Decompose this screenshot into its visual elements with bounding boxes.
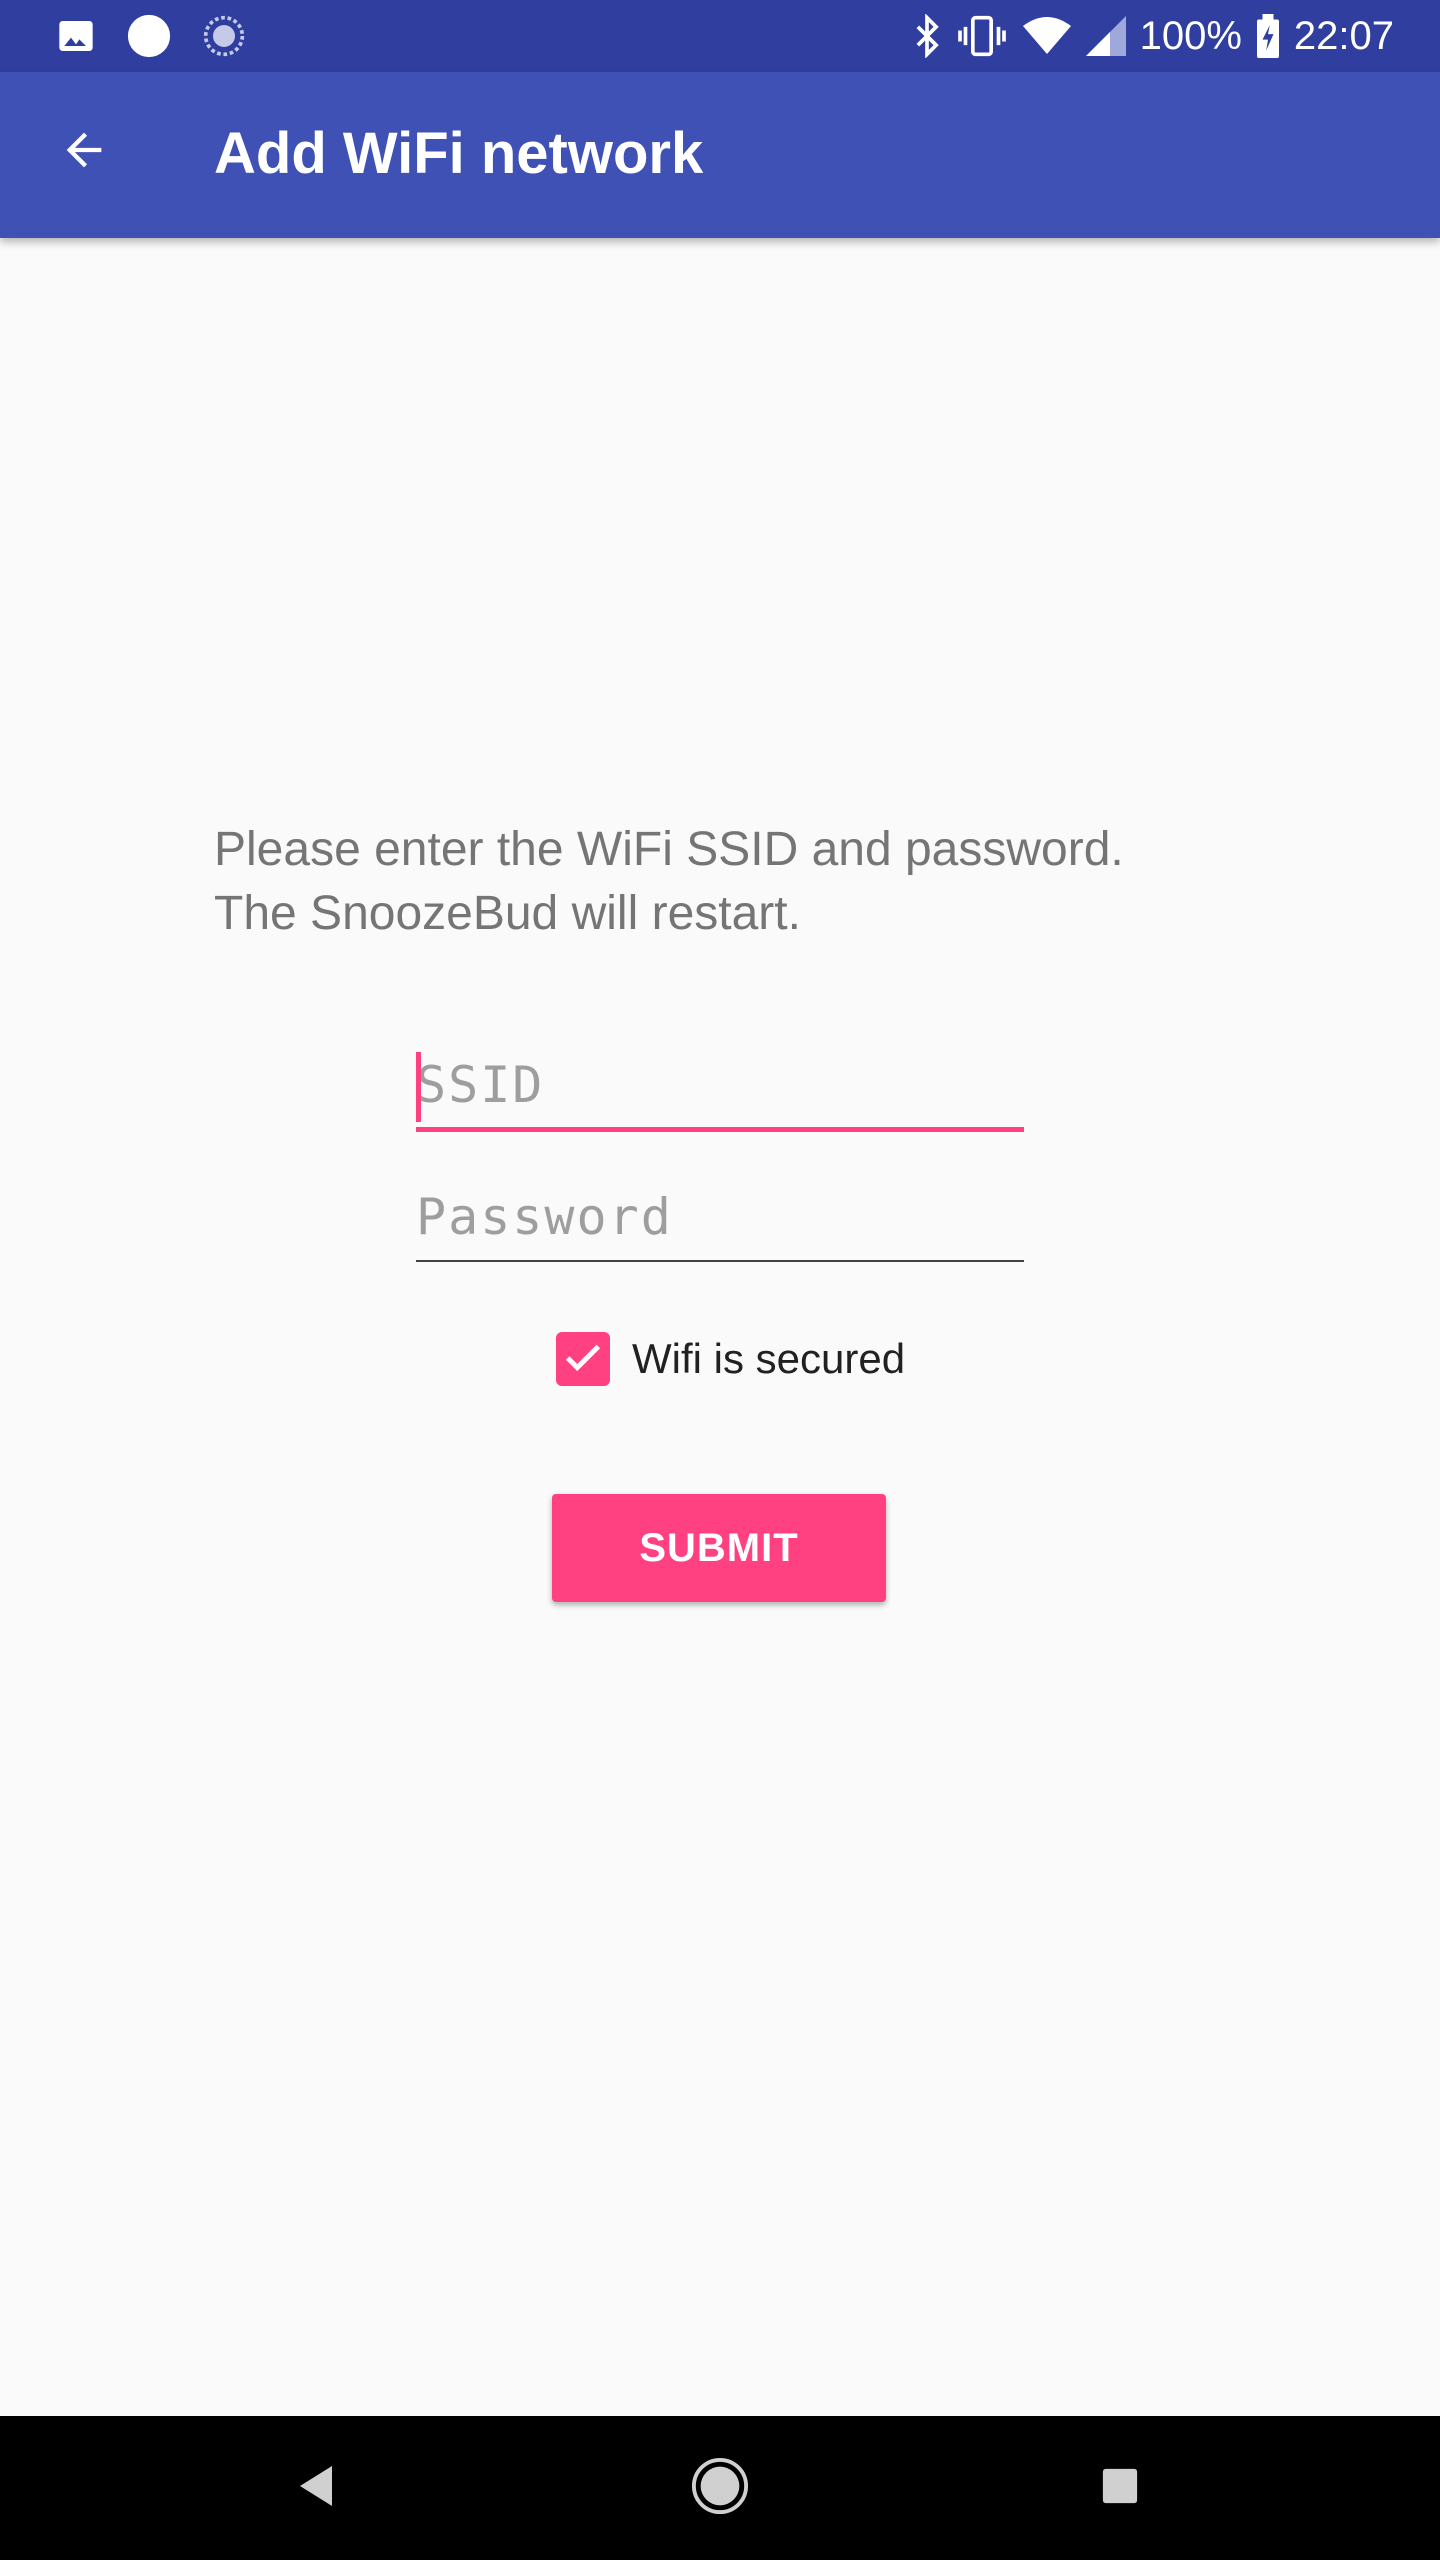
status-bar: 100% 22:07 — [0, 0, 1440, 72]
cell-signal-icon — [1085, 16, 1126, 56]
circle-notification-icon — [126, 13, 172, 59]
sync-notification-icon — [202, 14, 246, 58]
back-button[interactable] — [44, 112, 124, 192]
nav-back-button[interactable] — [274, 2446, 358, 2530]
password-field — [416, 1178, 1024, 1264]
page-title: Add WiFi network — [214, 121, 704, 186]
navigation-bar — [0, 2416, 1440, 2560]
ssid-field — [416, 1046, 1024, 1132]
submit-button[interactable]: SUBMIT — [552, 1494, 886, 1602]
vibrate-icon — [956, 14, 1008, 58]
app-bar: Add WiFi network — [0, 72, 1440, 238]
secured-checkbox-row[interactable]: Wifi is secured — [556, 1330, 905, 1388]
nav-recents-button[interactable] — [1078, 2446, 1162, 2530]
instructions-line-1: Please enter the WiFi SSID and password. — [214, 823, 1124, 876]
image-notification-icon — [56, 16, 96, 56]
arrow-back-icon — [58, 124, 110, 181]
instructions-text: Please enter the WiFi SSID and password.… — [214, 818, 1314, 946]
nav-back-icon — [296, 2464, 336, 2513]
ssid-input[interactable] — [416, 1046, 1024, 1124]
wifi-icon — [1022, 16, 1072, 56]
nav-home-icon — [691, 2457, 749, 2520]
secured-checkbox[interactable] — [556, 1332, 610, 1386]
checkmark-icon — [560, 1334, 606, 1385]
bluetooth-icon — [912, 14, 942, 58]
text-cursor — [416, 1052, 421, 1122]
ssid-underline — [416, 1127, 1024, 1132]
nav-recents-icon — [1101, 2467, 1139, 2510]
secured-checkbox-label: Wifi is secured — [632, 1335, 906, 1382]
battery-charging-icon — [1256, 14, 1280, 58]
battery-percent: 100% — [1139, 13, 1242, 58]
nav-home-button[interactable] — [678, 2446, 762, 2530]
clock: 22:07 — [1293, 13, 1394, 58]
system-status: 100% 22:07 — [912, 12, 1394, 60]
instructions-line-2: The SnoozeBud will restart. — [214, 887, 801, 940]
password-underline — [416, 1260, 1024, 1262]
notification-icons — [56, 12, 246, 60]
password-input[interactable] — [416, 1178, 1024, 1256]
